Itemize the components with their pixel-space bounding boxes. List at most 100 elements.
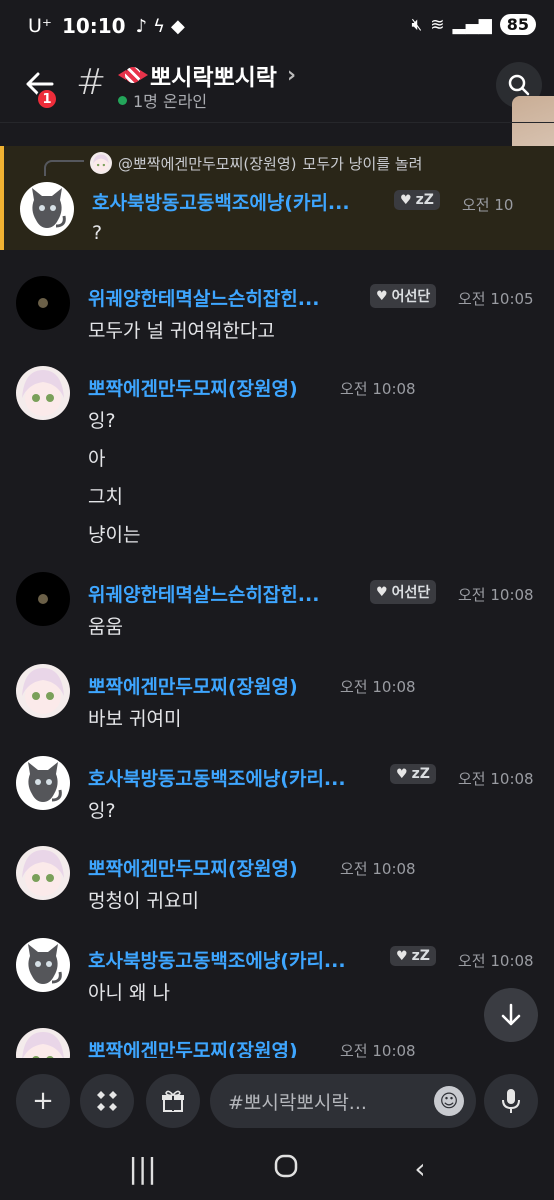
message-text: 움움 <box>88 616 123 638</box>
microphone-icon <box>502 1089 520 1113</box>
search-icon <box>508 74 530 96</box>
message-author[interactable]: 뽀짝에겐만두모찌(장원영) <box>88 1036 298 1058</box>
emoji-button[interactable]: ☺ <box>434 1086 464 1116</box>
message-item[interactable]: 호사북방동고동백조에냥(카리... ♥ zZ 오전 10:08 잉? <box>0 756 554 822</box>
message-item[interactable]: 뽀짝에겐만두모찌(장원영) 오전 10:08 바보 귀여미 <box>0 664 554 730</box>
message-text: ? <box>92 222 103 244</box>
message-timestamp: 오전 10:08 <box>340 380 416 398</box>
messenger-icon: ϟ <box>153 15 165 37</box>
cat-avatar-icon <box>28 762 62 802</box>
message-item[interactable]: 위궤양한테멱살느슨히잡힌... ♥ 어선단 오전 10:05 모두가 널 귀여워한… <box>0 276 554 342</box>
candy-icon <box>118 62 148 88</box>
reply-connector <box>44 160 84 176</box>
message-text: 아 <box>88 448 106 470</box>
message-list[interactable]: @뽀짝에겐만두모찌(장원영) 모두가 냥이를 놀려 호사북방동고동백조에냥(카리… <box>0 146 554 1058</box>
clock: 10:10 <box>61 14 126 38</box>
online-status: 1명 온라인 <box>118 88 207 112</box>
message-text: 냥이는 <box>88 524 141 546</box>
message-item[interactable]: 위궤양한테멱살느슨히잡힌... ♥ 어선단 오전 10:08 움움 <box>0 572 554 638</box>
message-text: 바보 귀여미 <box>88 708 182 730</box>
nav-back-button[interactable]: ‹ <box>414 1152 425 1185</box>
message-timestamp: 오전 10:08 <box>458 586 534 604</box>
tiktok-icon: ♪ <box>135 15 148 37</box>
home-button[interactable] <box>274 1152 298 1185</box>
moon-avatar-icon <box>38 298 48 308</box>
message-timestamp: 오전 10:08 <box>340 860 416 878</box>
message-author[interactable]: 뽀짝에겐만두모찌(장원영) <box>88 854 298 881</box>
moon-avatar-icon <box>38 594 48 604</box>
message-author[interactable]: 위궤양한테멱살느슨히잡힌... <box>88 284 319 311</box>
message-author[interactable]: 호사북방동고동백조에냥(카리... <box>88 764 346 791</box>
jump-to-bottom-button[interactable] <box>484 988 538 1042</box>
avatar[interactable] <box>16 938 70 992</box>
girl-avatar-icon <box>22 370 64 416</box>
smiley-icon: ☺ <box>439 1090 459 1112</box>
user-tag: ♥ 어선단 <box>370 284 437 308</box>
user-tag: ♥ 어선단 <box>370 580 437 604</box>
reply-mention[interactable]: @뽀짝에겐만두모찌(장원영) <box>118 153 297 174</box>
heart-icon: ♥ <box>396 766 408 782</box>
online-dot-icon <box>118 95 127 105</box>
message-item[interactable]: 뽀짝에겐만두모찌(장원영) 오전 10:08 잉? 아 그치 냥이는 <box>0 366 554 546</box>
reply-avatar <box>90 152 112 174</box>
message-text: 모두가 널 귀여워한다고 <box>88 320 275 342</box>
message-timestamp: 오전 10:08 <box>458 770 534 788</box>
gift-icon <box>162 1090 184 1112</box>
heart-icon: ♥ <box>396 948 408 964</box>
message-item[interactable]: @뽀짝에겐만두모찌(장원영) 모두가 냥이를 놀려 호사북방동고동백조에냥(카리… <box>0 146 554 250</box>
online-count: 1명 온라인 <box>133 92 208 111</box>
avatar[interactable] <box>20 182 74 236</box>
system-nav-bar: ||| ‹ <box>0 1136 554 1200</box>
message-author[interactable]: 뽀짝에겐만두모찌(장원영) <box>88 672 298 699</box>
message-item[interactable]: 뽀짝에겐만두모찌(장원영) 오전 10:08 <box>0 1028 554 1058</box>
tag-icon: ◆ <box>170 15 185 37</box>
channel-title[interactable]: 뽀시락뽀시락 › <box>118 58 296 92</box>
message-timestamp: 오전 10:08 <box>458 952 534 970</box>
message-item[interactable]: 호사북방동고동백조에냥(카리... ♥ zZ 오전 10:08 아니 왜 나 <box>0 938 554 1004</box>
heart-icon: ♥ <box>400 192 412 208</box>
avatar[interactable] <box>16 756 70 810</box>
reply-text: 모두가 냥이를 놀려 <box>302 154 423 173</box>
unread-badge: 1 <box>36 88 58 110</box>
message-composer: + #뽀시락뽀시락... ☺ <box>0 1062 554 1136</box>
user-tag: ♥ zZ <box>390 764 436 784</box>
voice-message-button[interactable] <box>484 1074 538 1128</box>
heart-icon: ♥ <box>376 584 388 600</box>
signal-icon: ▂▄▆ <box>452 14 492 35</box>
message-author[interactable]: 뽀짝에겐만두모찌(장원영) <box>88 374 298 401</box>
apps-button[interactable] <box>80 1074 134 1128</box>
hash-icon: # <box>76 62 107 103</box>
chevron-right-icon: › <box>286 62 297 88</box>
status-bar: U⁺ 10:10 ♪ ϟ ◆ 🔇︎ ≋ ▂▄▆ 85 <box>0 0 554 52</box>
gift-button[interactable] <box>146 1074 200 1128</box>
battery-indicator: 85 <box>499 14 536 35</box>
avatar[interactable] <box>16 572 70 626</box>
cat-avatar-icon <box>32 188 66 228</box>
message-input[interactable]: #뽀시락뽀시락... ☺ <box>210 1074 476 1128</box>
avatar[interactable] <box>16 664 70 718</box>
message-text: 멍청이 귀요미 <box>88 890 199 912</box>
carrier-label: U⁺ <box>28 15 52 37</box>
message-author[interactable]: 위궤양한테멱살느슨히잡힌... <box>88 580 319 607</box>
message-author[interactable]: 호사북방동고동백조에냥(카리... <box>92 188 350 215</box>
avatar[interactable] <box>16 366 70 420</box>
home-circle-icon <box>274 1154 297 1177</box>
girl-avatar-icon <box>22 668 64 714</box>
avatar[interactable] <box>16 276 70 330</box>
message-timestamp: 오전 10 <box>462 196 514 214</box>
user-tag: ♥ zZ <box>394 190 440 210</box>
message-text: 잉? <box>88 800 116 822</box>
avatar[interactable] <box>16 1028 70 1058</box>
message-author[interactable]: 호사북방동고동백조에냥(카리... <box>88 946 346 973</box>
message-text: 잉? <box>88 410 116 432</box>
add-attachment-button[interactable]: + <box>16 1074 70 1128</box>
recent-apps-button[interactable]: ||| <box>128 1152 156 1185</box>
message-timestamp: 오전 10:05 <box>458 290 534 308</box>
message-item[interactable]: 뽀짝에겐만두모찌(장원영) 오전 10:08 멍청이 귀요미 <box>0 846 554 912</box>
avatar[interactable] <box>16 846 70 900</box>
mute-icon: 🔇︎ <box>411 14 423 35</box>
user-tag: ♥ zZ <box>390 946 436 966</box>
reply-reference[interactable]: @뽀짝에겐만두모찌(장원영) 모두가 냥이를 놀려 <box>90 152 422 174</box>
plus-icon: + <box>32 1086 54 1116</box>
message-input-placeholder: #뽀시락뽀시락... <box>228 1091 367 1114</box>
